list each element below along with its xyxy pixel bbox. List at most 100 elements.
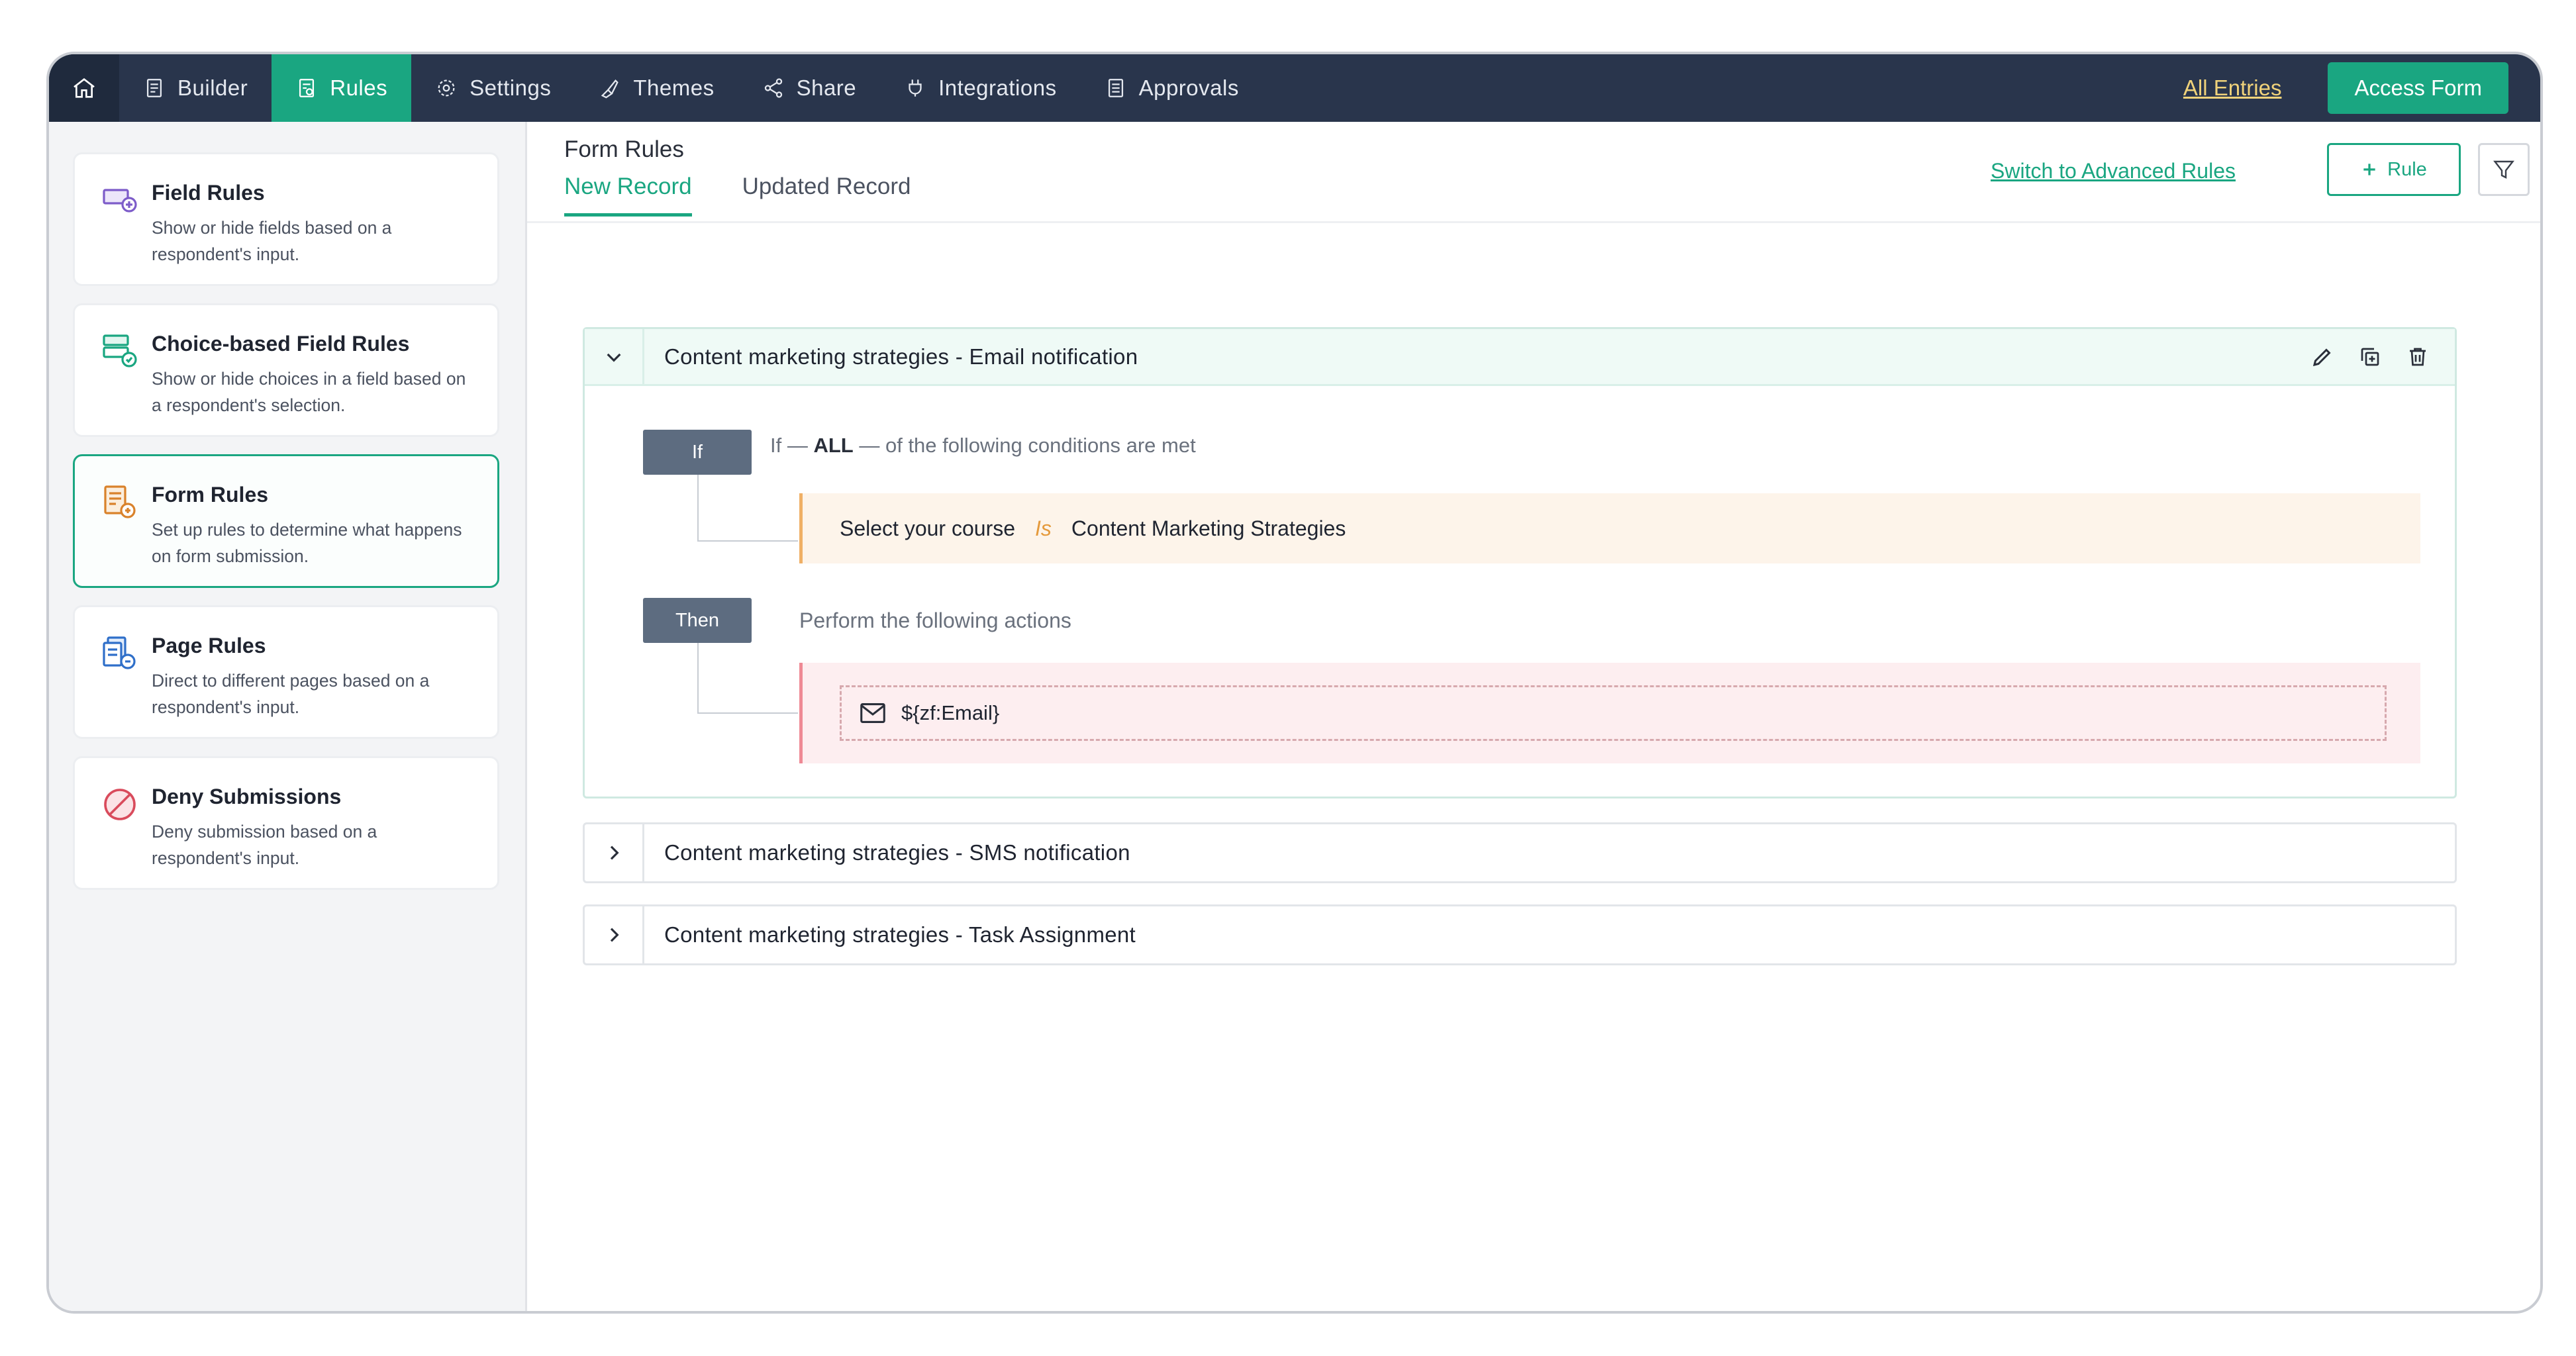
cond-suffix: — of the following conditions are met <box>859 434 1196 457</box>
match-type[interactable]: ALL <box>813 434 853 457</box>
home-button[interactable] <box>49 54 119 122</box>
pencil-icon <box>2312 348 2331 366</box>
share-icon <box>764 78 782 98</box>
top-nav: Builder Rules Settings Themes Share Inte… <box>49 54 2540 122</box>
gear-icon <box>438 79 455 97</box>
card-title: Field Rules <box>152 181 265 205</box>
plug-icon <box>909 79 922 97</box>
nav-share[interactable]: Share <box>738 54 881 122</box>
card-title: Choice-based Field Rules <box>152 332 410 356</box>
mail-icon <box>860 703 885 723</box>
chevron-right-icon <box>610 846 619 860</box>
rule-card: Content marketing strategies - SMS notif… <box>583 822 2457 883</box>
condition-field: Select your course <box>840 516 1016 540</box>
card-title: Deny Submissions <box>152 785 342 808</box>
rule-actions <box>2309 329 2431 384</box>
card-description: Set up rules to determine what happens o… <box>152 520 462 566</box>
email-action[interactable]: ${zf:Email} <box>840 685 2387 741</box>
rule-header[interactable]: Content marketing strategies - SMS notif… <box>585 824 2455 881</box>
rule-header[interactable]: Content marketing strategies - Task Assi… <box>585 906 2455 963</box>
card-description: Direct to different pages based on a res… <box>152 671 430 717</box>
delete-button[interactable] <box>2404 344 2431 370</box>
condition-operator: Is <box>1035 516 1052 540</box>
connector-line <box>697 712 798 714</box>
if-tag: If <box>643 430 752 475</box>
card-page-rules[interactable]: Page Rules Direct to different pages bas… <box>73 605 499 739</box>
condition-row[interactable]: Select your course Is Content Marketing … <box>799 493 2420 563</box>
copy-icon <box>2361 348 2379 365</box>
chevron-down-icon <box>607 353 620 362</box>
main-panel: Form Rules New Record Updated Record Swi… <box>527 122 2540 1311</box>
rule-title: Content marketing strategies - SMS notif… <box>664 840 1130 865</box>
card-title: Form Rules <box>152 483 269 507</box>
switch-advanced-rules-link[interactable]: Switch to Advanced Rules <box>1991 159 2236 183</box>
form-rules-icon <box>104 485 136 518</box>
connector-line <box>697 643 699 713</box>
trash-icon <box>2410 348 2426 365</box>
collapse-toggle[interactable] <box>585 329 644 384</box>
email-action-value: ${zf:Email} <box>901 701 1000 724</box>
plus-icon <box>2363 164 2375 175</box>
nav-integrations[interactable]: Integrations <box>880 54 1080 122</box>
condition-value: Content Marketing Strategies <box>1071 516 1346 540</box>
rule-header[interactable]: Content marketing strategies - Email not… <box>585 329 2455 386</box>
rule-card: Content marketing strategies - Task Assi… <box>583 904 2457 965</box>
card-title: Page Rules <box>152 634 266 657</box>
card-field-rules[interactable]: Field Rules Show or hide fields based on… <box>73 152 499 286</box>
cond-prefix: If — <box>770 434 808 457</box>
expand-toggle[interactable] <box>585 906 644 963</box>
app-window: Builder Rules Settings Themes Share Inte… <box>46 52 2543 1314</box>
brush-icon <box>601 79 619 99</box>
card-choice-based-field-rules[interactable]: Choice-based Field Rules Show or hide ch… <box>73 303 499 437</box>
builder-icon <box>146 79 162 97</box>
nav-share-label: Share <box>796 75 857 100</box>
filter-icon <box>2493 160 2514 179</box>
card-deny-submissions[interactable]: Deny Submissions Deny submission based o… <box>73 756 499 890</box>
nav-integrations-label: Integrations <box>938 75 1057 100</box>
nav-themes[interactable]: Themes <box>575 54 738 122</box>
action-row: ${zf:Email} <box>799 663 2420 763</box>
rule-body: If If — ALL — of the following condition… <box>585 386 2455 797</box>
page-rules-icon <box>103 636 136 669</box>
chevron-right-icon <box>610 928 619 942</box>
nav-themes-label: Themes <box>633 75 715 100</box>
nav-approvals[interactable]: Approvals <box>1081 54 1263 122</box>
add-rule-label: Rule <box>2387 158 2427 180</box>
nav-settings[interactable]: Settings <box>411 54 575 122</box>
filter-button[interactable] <box>2478 143 2530 196</box>
then-tag: Then <box>643 598 752 643</box>
rule-title: Content marketing strategies - Task Assi… <box>664 922 1136 947</box>
card-description: Show or hide choices in a field based on… <box>152 369 466 415</box>
nav-rules[interactable]: Rules <box>272 54 412 122</box>
nav-builder[interactable]: Builder <box>119 54 272 122</box>
duplicate-button[interactable] <box>2357 344 2383 370</box>
approvals-icon <box>1108 79 1123 97</box>
card-form-rules[interactable]: Form Rules Set up rules to determine wha… <box>73 454 499 588</box>
rules-icon <box>299 79 315 97</box>
connector-line <box>697 475 699 541</box>
card-description: Show or hide fields based on a responden… <box>152 218 392 264</box>
tab-new-record[interactable]: New Record <box>564 173 692 217</box>
card-description: Deny submission based on a respondent's … <box>152 822 377 868</box>
nav-builder-label: Builder <box>177 75 248 100</box>
deny-icon <box>104 789 136 820</box>
edit-button[interactable] <box>2309 344 2336 370</box>
rule-title: Content marketing strategies - Email not… <box>664 344 1138 369</box>
page-title: Form Rules <box>564 136 684 162</box>
nav-rules-label: Rules <box>330 75 388 100</box>
connector-line <box>697 540 798 542</box>
rule-card: Content marketing strategies - Email not… <box>583 327 2457 799</box>
nav-settings-label: Settings <box>470 75 552 100</box>
field-rules-icon <box>103 189 137 213</box>
rule-type-sidebar: Field Rules Show or hide fields based on… <box>49 122 527 1311</box>
access-form-button[interactable]: Access Form <box>2328 62 2508 114</box>
actions-label: Perform the following actions <box>799 608 1071 632</box>
all-entries-link[interactable]: All Entries <box>2183 54 2282 122</box>
record-tabs: New Record Updated Record <box>564 173 911 217</box>
expand-toggle[interactable] <box>585 824 644 881</box>
nav-approvals-label: Approvals <box>1138 75 1239 100</box>
choice-rules-icon <box>103 334 137 367</box>
add-rule-button[interactable]: Rule <box>2327 143 2461 196</box>
tab-updated-record[interactable]: Updated Record <box>742 173 911 217</box>
